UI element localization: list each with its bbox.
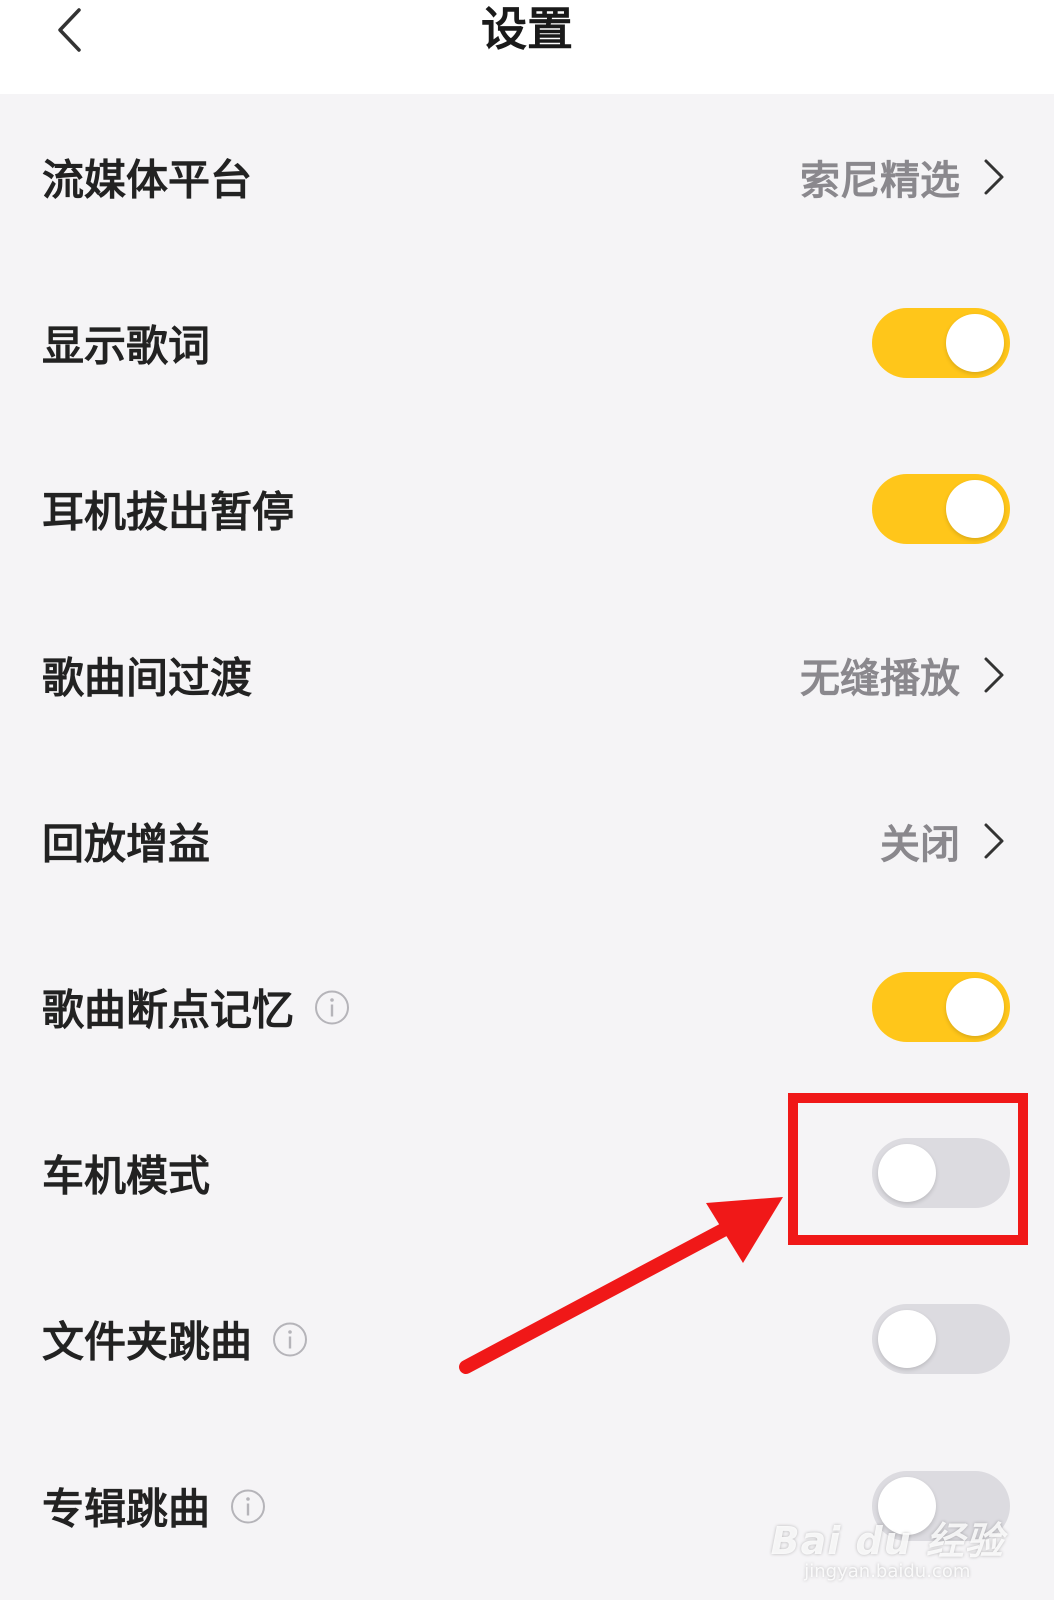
info-icon[interactable] [272, 1321, 308, 1357]
row-value-group: 关闭 [880, 812, 1008, 870]
row-label-group: 专辑跳曲 [42, 1476, 266, 1537]
row-value-group: 索尼精选 [800, 148, 1008, 206]
chevron-right-icon [984, 657, 1004, 693]
row-value: 无缝播放 [800, 656, 960, 702]
row-label-group: 歌曲断点记忆 [42, 977, 350, 1038]
row-label-group: 文件夹跳曲 [42, 1309, 308, 1370]
row-value: 索尼精选 [800, 158, 960, 204]
row-label: 歌曲间过渡 [42, 653, 253, 703]
info-icon[interactable] [314, 989, 350, 1025]
watermark-url: jingyan.baidu.com [804, 1561, 971, 1582]
toggle-knob [946, 314, 1004, 372]
row-replay-gain[interactable]: 回放增益 关闭 [0, 758, 1054, 926]
row-folder-skip: 文件夹跳曲 [0, 1256, 1054, 1424]
toggle-knob [946, 978, 1004, 1036]
row-show-lyrics: 显示歌词 [0, 260, 1054, 428]
row-song-transition[interactable]: 歌曲间过渡 无缝播放 [0, 592, 1054, 760]
row-label: 显示歌词 [42, 321, 211, 371]
row-label: 回放增益 [42, 819, 211, 869]
row-value-group: 无缝播放 [800, 646, 1008, 704]
row-resume-memory: 歌曲断点记忆 [0, 924, 1054, 1092]
highlight-box [788, 1093, 1028, 1245]
watermark: Bai du 经验 jingyan.baidu.com [771, 1510, 1004, 1582]
toggle-switch-on[interactable] [872, 474, 1010, 544]
row-label: 文件夹跳曲 [42, 1317, 253, 1367]
toggle-switch-off[interactable] [872, 1304, 1010, 1374]
row-headphone-pause: 耳机拔出暂停 [0, 426, 1054, 594]
row-label: 歌曲断点记忆 [42, 985, 295, 1035]
toggle-switch-on[interactable] [872, 308, 1010, 378]
page-title: 设置 [481, 2, 573, 56]
toggle-knob [946, 480, 1004, 538]
row-label: 专辑跳曲 [42, 1484, 211, 1534]
row-value: 关闭 [880, 822, 960, 868]
row-streaming-platform[interactable]: 流媒体平台 索尼精选 [0, 94, 1054, 262]
toggle-knob [878, 1310, 936, 1368]
row-label: 车机模式 [42, 1151, 211, 1201]
chevron-right-icon [984, 823, 1004, 859]
watermark-logo: Bai du 经验 [770, 1519, 1004, 1563]
chevron-right-icon [984, 159, 1004, 195]
row-label: 流媒体平台 [42, 155, 253, 205]
app-header: 设置 [0, 0, 1054, 95]
toggle-switch-on[interactable] [872, 972, 1010, 1042]
row-label: 耳机拔出暂停 [42, 487, 295, 537]
info-icon[interactable] [230, 1488, 266, 1524]
